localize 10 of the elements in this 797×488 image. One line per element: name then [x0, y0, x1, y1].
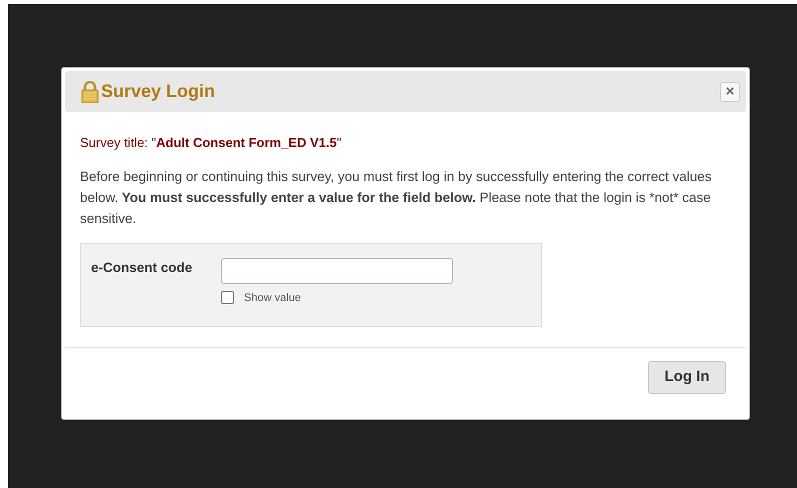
checkbox-label: Show value	[244, 290, 301, 306]
padlock-icon	[81, 80, 99, 102]
dialog-title: Survey Login	[101, 80, 216, 103]
checkbox[interactable]	[221, 291, 234, 304]
input-field[interactable]	[221, 258, 453, 284]
login-button[interactable]: Log In	[648, 360, 726, 394]
close-button[interactable]: ×	[720, 82, 740, 102]
login-instructions: Before beginning or continuing this survey, you must first log in by successfully entering the correct values below. You must successfully enter a value for the field below. Please note that the login is *not* case sensitive.	[80, 168, 713, 228]
survey-title: Survey title: "Adult Consent Form_ED V1.5"	[80, 134, 342, 152]
field-label: e-Consent code	[91, 258, 194, 276]
